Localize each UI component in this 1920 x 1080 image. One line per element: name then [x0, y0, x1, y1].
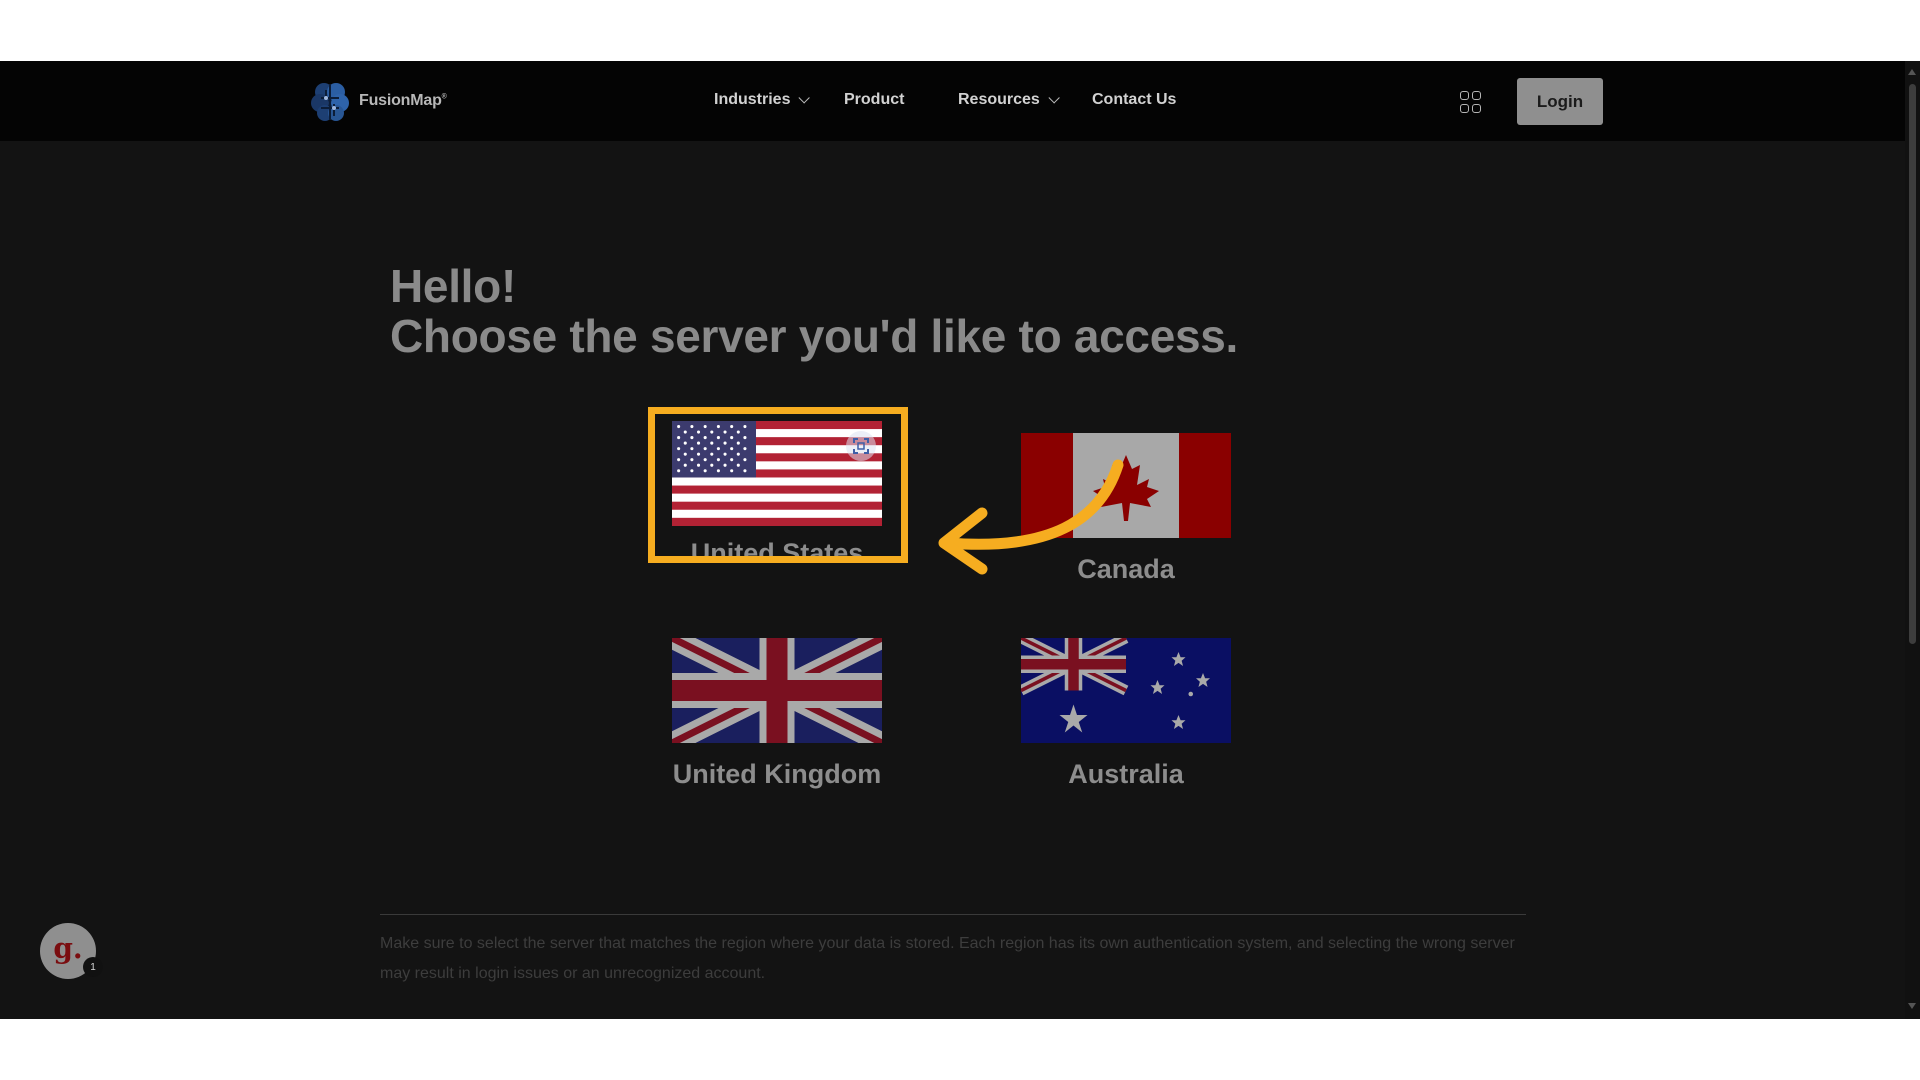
chevron-down-icon: [798, 92, 811, 104]
scroll-down-arrow-icon[interactable]: [1908, 1003, 1916, 1009]
server-prompt-text: Choose the server you'd like to access.: [390, 310, 1239, 362]
app-page: FusionMap® Industries Product Resources …: [0, 61, 1920, 1019]
nav-resources[interactable]: Resources: [958, 91, 1060, 109]
nav-contact-us[interactable]: Contact Us: [1092, 91, 1176, 109]
scrollbar-thumb[interactable]: [1909, 84, 1916, 644]
grid-icon[interactable]: [1460, 91, 1482, 113]
focus-frame-icon: [853, 438, 869, 454]
page-heading: Hello! Choose the server you'd like to a…: [390, 261, 1238, 361]
brain-logo-icon: [311, 83, 349, 121]
top-navbar: FusionMap® Industries Product Resources …: [0, 61, 1920, 141]
nav-industries[interactable]: Industries: [714, 91, 811, 109]
server-label-united-kingdom: United Kingdom: [672, 759, 882, 789]
login-button[interactable]: Login: [1517, 78, 1603, 125]
region-note: Make sure to select the server that matc…: [380, 935, 1515, 982]
logo-text: FusionMap: [359, 92, 442, 109]
nav-industries-label: Industries: [714, 91, 791, 108]
australia-flag-icon: [1021, 638, 1231, 743]
uk-flag-icon: [672, 638, 882, 743]
scroll-up-arrow-icon[interactable]: [1908, 69, 1916, 75]
pointer-arrow-icon: [938, 459, 1124, 575]
footer-divider: [380, 914, 1526, 915]
fusionmap-logo[interactable]: FusionMap®: [307, 76, 447, 126]
nav-product-label: Product: [844, 91, 905, 108]
logo-registered-mark: ®: [441, 93, 447, 101]
server-label-australia: Australia: [1068, 759, 1184, 789]
vertical-scrollbar[interactable]: [1905, 61, 1920, 1019]
assistant-badge-button[interactable]: g. 1: [40, 923, 103, 979]
greeting-text: Hello!: [390, 260, 516, 312]
server-option-australia[interactable]: Australia: [1016, 638, 1236, 790]
server-option-united-kingdom[interactable]: United Kingdom: [667, 638, 887, 790]
notification-count-badge: 1: [83, 957, 103, 977]
nav-contact-us-label: Contact Us: [1092, 91, 1177, 108]
assistant-logo-text: g.: [53, 931, 83, 965]
chevron-down-icon: [1048, 92, 1060, 104]
nav-resources-label: Resources: [958, 91, 1040, 108]
selection-highlight-box: [648, 407, 908, 563]
nav-product[interactable]: Product: [844, 91, 904, 109]
expand-icon[interactable]: [846, 431, 876, 461]
